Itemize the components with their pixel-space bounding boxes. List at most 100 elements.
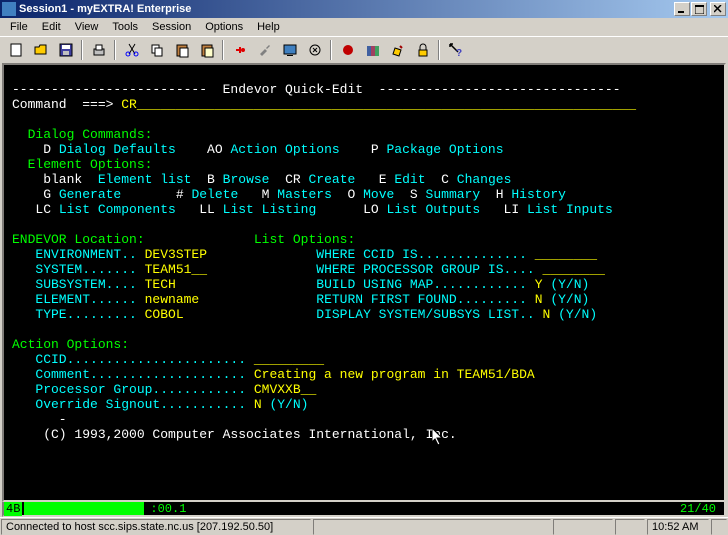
yn-hint: (Y/N) — [550, 277, 589, 292]
help-context-button[interactable]: ? — [444, 39, 467, 61]
field-comment[interactable]: Creating a new program in TEAM51/BDA — [254, 367, 535, 382]
key-e: E — [355, 172, 394, 187]
menu-file[interactable]: File — [4, 19, 34, 35]
opt-masters: Masters — [277, 187, 332, 202]
field-processor-group[interactable]: CMVXXB__ — [254, 382, 316, 397]
key-o: O — [332, 187, 363, 202]
lock-button[interactable] — [411, 39, 434, 61]
opt-history: History — [511, 187, 566, 202]
macro-button[interactable] — [303, 39, 326, 61]
label-type: TYPE......... — [12, 307, 145, 322]
label-system: SYSTEM....... — [12, 262, 145, 277]
opt-list-listing: List Listing — [223, 202, 317, 217]
listoptions-heading: List Options: — [145, 232, 356, 247]
menu-help[interactable]: Help — [251, 19, 286, 35]
field-where-ccid[interactable]: ________ — [535, 247, 597, 262]
books-button[interactable] — [361, 39, 384, 61]
save-button[interactable] — [54, 39, 77, 61]
titlebar-text: Session1 - myEXTRA! Enterprise — [19, 3, 674, 15]
key-ao: AO — [176, 142, 231, 157]
opt-action-options: Action Options — [230, 142, 339, 157]
terminal-screen[interactable]: ------------------------- Endevor Quick-… — [2, 63, 726, 502]
key-lc: LC — [12, 202, 59, 217]
term-mode: 4B — [4, 502, 22, 516]
print-button[interactable] — [87, 39, 110, 61]
opt-edit: Edit — [394, 172, 425, 187]
opt-package-options: Package Options — [386, 142, 503, 157]
label-processor-group: Processor Group............ — [12, 382, 254, 397]
opt-create: Create — [309, 172, 356, 187]
menu-options[interactable]: Options — [199, 19, 249, 35]
svg-text:?: ? — [456, 48, 462, 58]
field-override-signout[interactable]: N — [254, 397, 270, 412]
opt-summary: Summary — [426, 187, 481, 202]
field-build-map[interactable]: Y — [535, 277, 551, 292]
status-empty-3 — [615, 519, 645, 535]
key-s: S — [394, 187, 425, 202]
copy-button[interactable] — [145, 39, 168, 61]
field-ccid[interactable]: _________ — [254, 352, 324, 367]
opt-browse: Browse — [223, 172, 270, 187]
minimize-button[interactable] — [674, 2, 690, 16]
opt-list-components: List Components — [59, 202, 176, 217]
menubar: File Edit View Tools Session Options Hel… — [0, 18, 728, 36]
maximize-button[interactable] — [691, 2, 707, 16]
label-display-list: DISPLAY SYSTEM/SUBSYS LIST.. — [207, 307, 542, 322]
field-subsystem[interactable]: TECH — [145, 277, 176, 292]
term-dash: - — [12, 412, 67, 427]
opt-move: Move — [363, 187, 394, 202]
term-cursor-pos: 21/40 — [676, 502, 724, 516]
screen-button[interactable] — [278, 39, 301, 61]
field-element[interactable]: newname — [145, 292, 200, 307]
key-lo: LO — [316, 202, 386, 217]
statusbar: Connected to host scc.sips.state.nc.us [… — [0, 517, 728, 535]
record-button[interactable] — [336, 39, 359, 61]
status-time: 10:52 AM — [647, 519, 709, 535]
menu-session[interactable]: Session — [146, 19, 197, 35]
term-clock: :00.1 — [146, 502, 190, 516]
field-display-list[interactable]: N — [543, 307, 559, 322]
field-type[interactable]: COBOL — [145, 307, 184, 322]
field-return-first[interactable]: N — [535, 292, 551, 307]
connect-button[interactable] — [228, 39, 251, 61]
settings-button[interactable] — [253, 39, 276, 61]
key-h: H — [480, 187, 511, 202]
menu-edit[interactable]: Edit — [36, 19, 67, 35]
label-override-signout: Override Signout........... — [12, 397, 254, 412]
toolbar-separator — [222, 40, 224, 60]
label-environment: ENVIRONMENT.. — [12, 247, 145, 262]
field-system[interactable]: TEAM51__ — [145, 262, 207, 277]
menu-tools[interactable]: Tools — [106, 19, 144, 35]
opt-delete: Delete — [191, 187, 238, 202]
status-empty-1 — [313, 519, 551, 535]
edit-button[interactable] — [386, 39, 409, 61]
key-cr: CR — [269, 172, 308, 187]
cut-button[interactable] — [120, 39, 143, 61]
dialog-commands-heading: Dialog Commands: — [12, 127, 152, 142]
key-g: G — [12, 187, 59, 202]
field-where-proc-group[interactable]: ________ — [543, 262, 605, 277]
key-b: B — [191, 172, 222, 187]
terminal-statusbar: 4B :00.1 21/40 — [2, 502, 726, 517]
command-value[interactable]: CR — [121, 97, 137, 112]
key-d: D — [12, 142, 59, 157]
paste-special-button[interactable] — [195, 39, 218, 61]
titlebar: Session1 - myEXTRA! Enterprise — [0, 0, 728, 18]
key-li: LI — [480, 202, 527, 217]
close-button[interactable] — [710, 2, 726, 16]
label-build-map: BUILD USING MAP............ — [207, 277, 535, 292]
copyright-line: (C) 1993,2000 Computer Associates Intern… — [12, 427, 457, 442]
new-button[interactable] — [4, 39, 27, 61]
paste-button[interactable] — [170, 39, 193, 61]
open-button[interactable] — [29, 39, 52, 61]
command-prompt: Command ===> — [12, 97, 121, 112]
field-environment[interactable]: DEV3STEP — [145, 247, 207, 262]
menu-view[interactable]: View — [69, 19, 105, 35]
key-hash: # — [121, 187, 191, 202]
status-connection: Connected to host scc.sips.state.nc.us [… — [1, 519, 311, 535]
opt-changes: Changes — [457, 172, 512, 187]
app-window: Session1 - myEXTRA! Enterprise File Edit… — [0, 0, 728, 535]
toolbar: ? — [0, 36, 728, 63]
opt-list-outputs: List Outputs — [387, 202, 481, 217]
command-underscore: ________________________________________… — [137, 97, 636, 112]
